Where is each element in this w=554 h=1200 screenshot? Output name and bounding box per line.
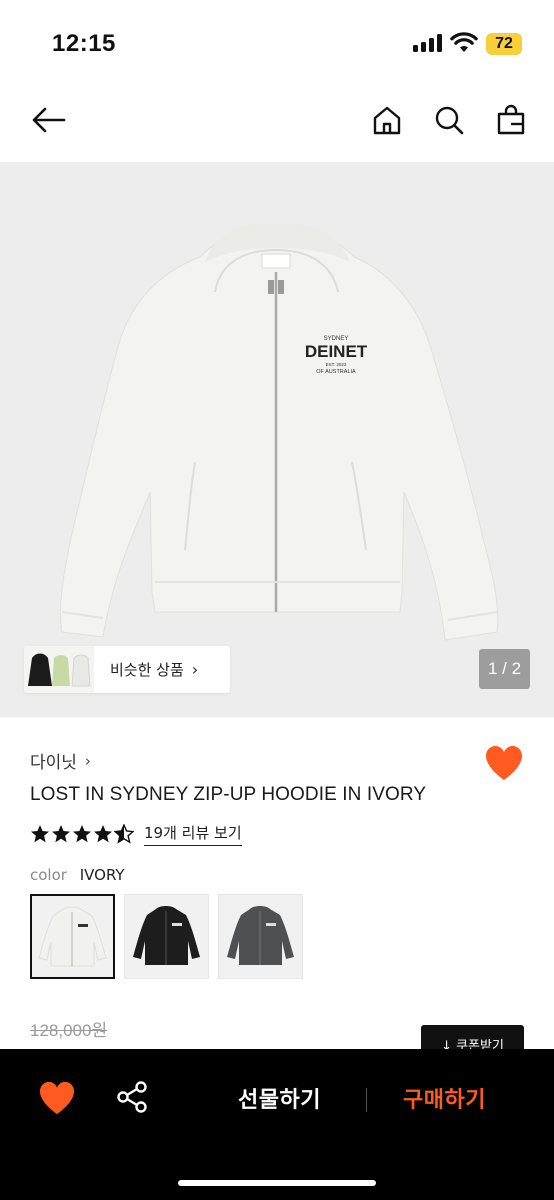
heart-icon[interactable] (38, 1080, 76, 1116)
home-button[interactable] (367, 100, 407, 140)
top-navigation (0, 84, 554, 162)
home-icon (373, 106, 401, 135)
review-link[interactable]: 19개 리뷰 보기 (144, 822, 242, 846)
swatch-ivory[interactable] (30, 894, 115, 979)
star-rating (30, 824, 134, 844)
color-label: color (30, 866, 67, 884)
product-title: LOST IN SYDNEY ZIP-UP HOODIE IN IVORY (30, 784, 427, 805)
chevron-right-icon: › (191, 660, 199, 679)
image-page-indicator: 1 / 2 (479, 649, 530, 689)
star-icon (94, 825, 112, 843)
similar-products-thumbnail (24, 646, 94, 693)
color-row: color IVORY (30, 866, 125, 884)
original-price: 128,000원 (30, 1021, 108, 1040)
brand-name: 다이닛 (30, 753, 77, 773)
half-star-icon (114, 824, 134, 844)
cellular-signal-icon (413, 34, 443, 52)
print-brand: DEINET (305, 342, 368, 361)
share-icon[interactable] (114, 1079, 150, 1115)
status-bar: 12:15 72 (0, 0, 554, 84)
product-image-gallery[interactable]: SYDNEY DEINET EST. 2023 OF AUSTRALIA 비슷한… (0, 162, 554, 717)
star-icon (31, 825, 49, 843)
wifi-icon (450, 32, 478, 52)
star-icon (52, 825, 70, 843)
home-indicator (178, 1180, 376, 1186)
color-value: IVORY (79, 866, 125, 884)
bottom-action-bar: 선물하기 구매하기 (0, 1049, 554, 1200)
similar-products-button[interactable]: 비슷한 상품 › (24, 646, 230, 693)
cart-button[interactable] (491, 100, 531, 140)
brand-link[interactable]: 다이닛 › (30, 748, 91, 774)
rating-row: 19개 리뷰 보기 (30, 822, 242, 846)
search-icon (435, 106, 464, 135)
color-swatches (30, 894, 303, 979)
swatch-black[interactable] (124, 894, 209, 979)
swatch-charcoal[interactable] (218, 894, 303, 979)
shopping-bag-icon (497, 104, 525, 135)
chevron-right-icon: › (84, 751, 91, 770)
back-arrow-icon (32, 107, 66, 133)
gift-button[interactable]: 선물하기 (238, 1082, 321, 1114)
print-est: EST. 2023 (326, 362, 347, 367)
status-time: 12:15 (52, 30, 116, 57)
similar-products-label: 비슷한 상품 (110, 661, 184, 679)
divider (366, 1088, 367, 1112)
buy-button[interactable]: 구매하기 (403, 1082, 486, 1114)
back-button[interactable] (26, 100, 70, 140)
hoodie-image: SYDNEY DEINET EST. 2023 OF AUSTRALIA (59, 223, 499, 641)
search-button[interactable] (429, 100, 469, 140)
star-icon (73, 825, 91, 843)
battery-indicator: 72 (486, 33, 522, 55)
like-heart-icon[interactable] (484, 744, 524, 782)
print-australia: OF AUSTRALIA (316, 369, 356, 375)
